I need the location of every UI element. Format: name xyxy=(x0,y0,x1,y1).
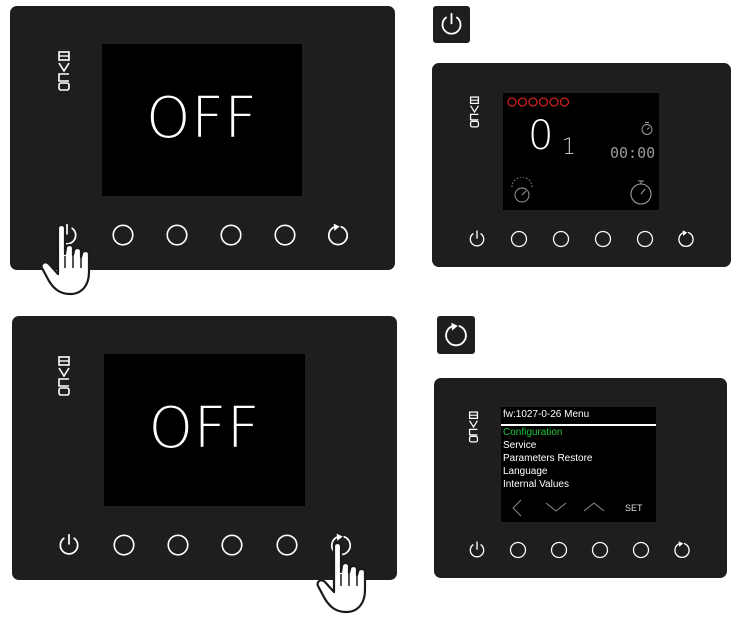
refresh-button[interactable] xyxy=(676,229,696,249)
key-2-button[interactable] xyxy=(165,532,191,558)
set-label[interactable]: SET xyxy=(625,503,643,513)
key-4-button[interactable] xyxy=(635,229,655,249)
key-3-button[interactable] xyxy=(590,540,610,560)
refresh-button[interactable] xyxy=(672,540,692,560)
menu-title-underline xyxy=(501,424,656,426)
chevron-up-icon[interactable] xyxy=(583,501,605,513)
refresh-icon-box xyxy=(437,316,475,354)
key-3-button[interactable] xyxy=(593,229,613,249)
controller-panel-menu: fw:1027-0-26 Menu Configuration Service … xyxy=(434,378,727,578)
evco-logo xyxy=(57,356,71,396)
key-2-button[interactable] xyxy=(549,540,569,560)
menu-title: fw:1027-0-26 Menu xyxy=(503,409,590,420)
key-4-button[interactable] xyxy=(631,540,651,560)
gauge-icon xyxy=(511,177,533,203)
main-value: 0 xyxy=(528,113,554,159)
display-screen: OFF xyxy=(104,354,305,506)
power-button[interactable] xyxy=(467,540,487,560)
evco-logo xyxy=(57,51,71,91)
key-3-button[interactable] xyxy=(218,222,244,248)
evco-logo xyxy=(469,96,480,128)
menu-item-parameters-restore[interactable]: Parameters Restore xyxy=(503,453,592,464)
evco-logo xyxy=(468,411,479,443)
pointing-hand-icon xyxy=(40,222,100,298)
key-1-button[interactable] xyxy=(508,540,528,560)
key-1-button[interactable] xyxy=(110,222,136,248)
key-3-button[interactable] xyxy=(219,532,245,558)
key-2-button[interactable] xyxy=(551,229,571,249)
key-1-button[interactable] xyxy=(509,229,529,249)
sub-value: 1 xyxy=(562,135,576,160)
power-button[interactable] xyxy=(56,532,82,558)
display-status-text: OFF xyxy=(146,86,258,151)
chevron-left-icon[interactable] xyxy=(511,499,523,517)
status-dots-icon xyxy=(507,97,570,107)
menu-item-service[interactable]: Service xyxy=(503,440,536,451)
power-icon xyxy=(438,11,465,38)
stopwatch-icon xyxy=(641,122,653,135)
timer-icon xyxy=(630,180,652,205)
refresh-icon xyxy=(442,321,470,349)
display-status-text: OFF xyxy=(148,396,261,461)
pointing-hand-icon xyxy=(316,540,376,616)
display-screen: 0 1 00:00 xyxy=(503,93,659,210)
menu-item-internal-values[interactable]: Internal Values xyxy=(503,479,569,490)
key-2-button[interactable] xyxy=(164,222,190,248)
menu-item-configuration[interactable]: Configuration xyxy=(503,427,562,438)
refresh-button[interactable] xyxy=(325,222,351,248)
key-1-button[interactable] xyxy=(111,532,137,558)
menu-screen: fw:1027-0-26 Menu Configuration Service … xyxy=(501,407,656,522)
power-icon-box xyxy=(433,6,470,43)
chevron-down-icon[interactable] xyxy=(545,501,567,513)
controller-panel-running: 0 1 00:00 xyxy=(432,63,731,267)
power-button[interactable] xyxy=(467,229,487,249)
menu-item-language[interactable]: Language xyxy=(503,466,548,477)
timer-readout: 00:00 xyxy=(610,144,656,162)
key-4-button[interactable] xyxy=(272,222,298,248)
key-4-button[interactable] xyxy=(274,532,300,558)
display-screen: OFF xyxy=(102,44,302,196)
